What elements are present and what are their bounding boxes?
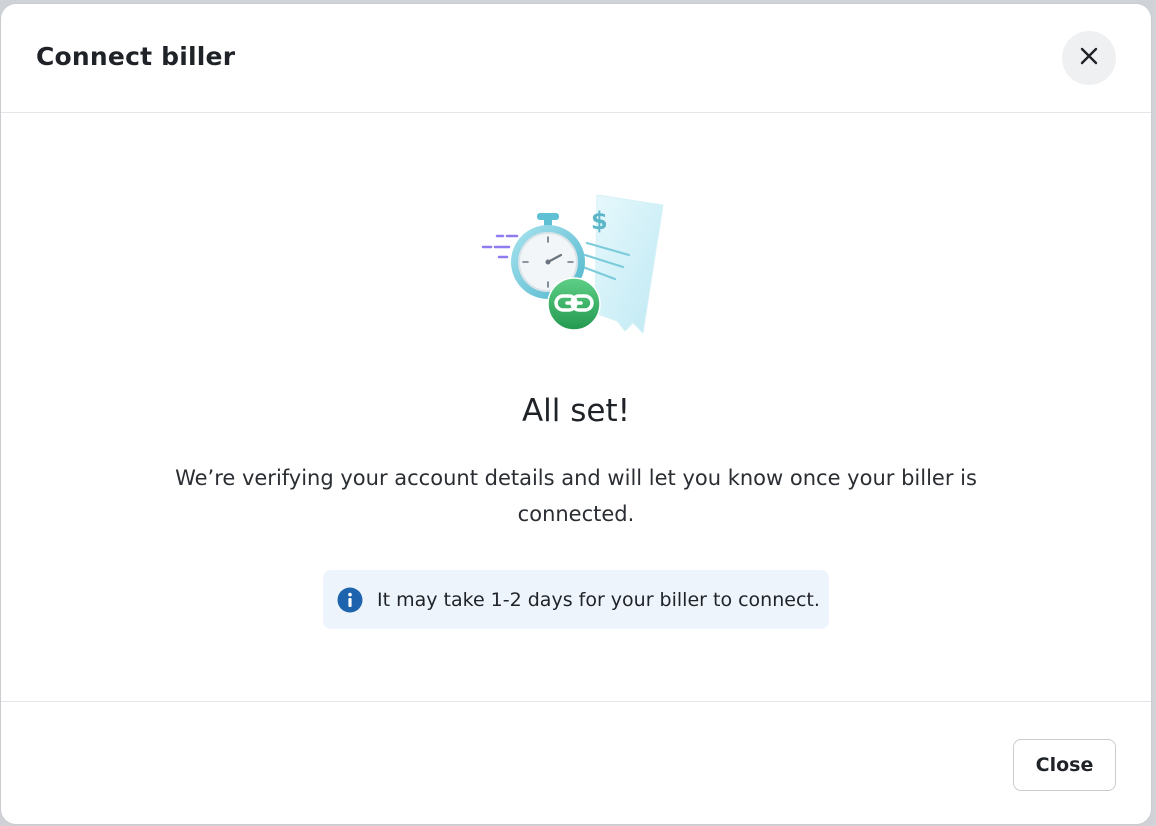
dialog-title: Connect biller: [36, 42, 236, 71]
dialog-body: $ All set! We’re verifying your account …: [1, 113, 1151, 702]
info-text: It may take 1-2 days for your biller to …: [377, 588, 820, 611]
close-dialog-button[interactable]: [1062, 31, 1116, 85]
connect-biller-dialog: Connect biller $ All set! We’re verifyin…: [0, 3, 1152, 825]
speed-lines: [481, 234, 519, 259]
info-banner: It may take 1-2 days for your biller to …: [323, 570, 829, 629]
verification-description: We’re verifying your account details and…: [175, 466, 977, 526]
svg-text:$: $: [591, 207, 608, 235]
success-headline: All set!: [521, 393, 631, 429]
stopwatch-bill-link-illustration: $: [477, 193, 677, 343]
link-icon: [547, 277, 601, 331]
close-button[interactable]: Close: [1013, 739, 1116, 791]
dialog-footer: Close: [1, 701, 1151, 824]
close-icon: [1078, 45, 1100, 71]
dialog-header: Connect biller: [1, 4, 1151, 113]
info-icon: [337, 587, 363, 613]
